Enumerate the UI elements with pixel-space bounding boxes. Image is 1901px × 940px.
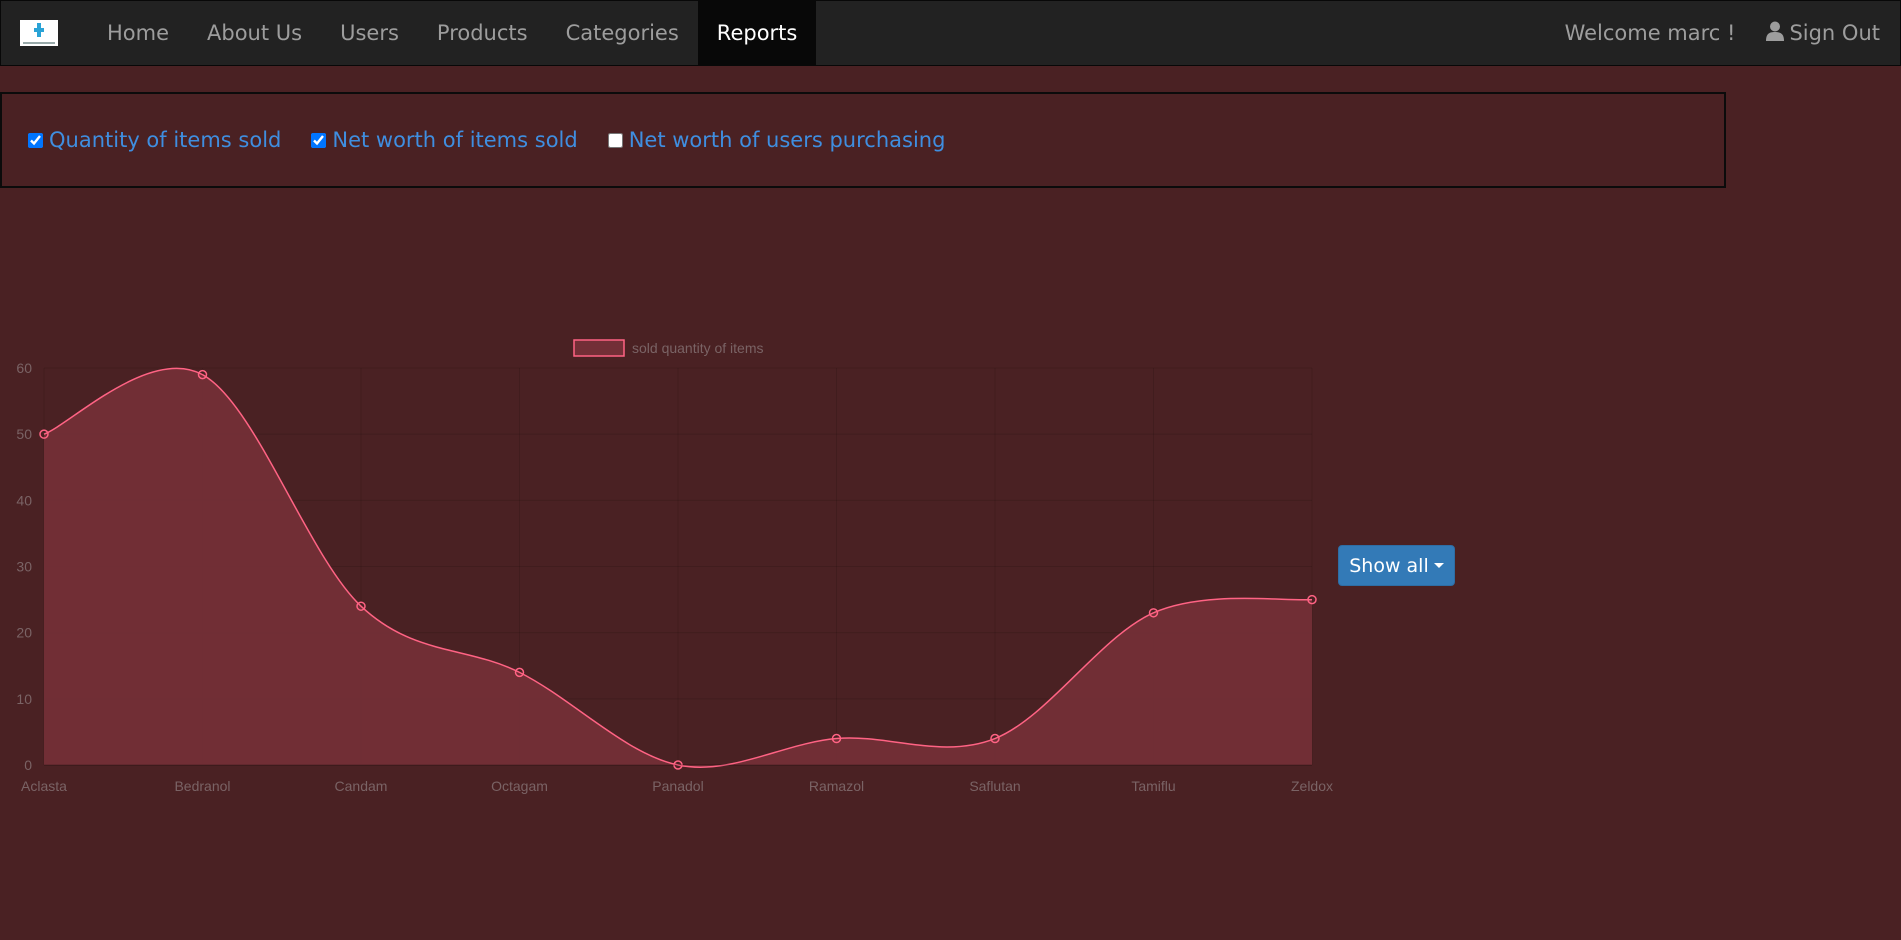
filter-quantity-sold[interactable]: Quantity of items sold bbox=[28, 128, 281, 152]
show-all-label: Show all bbox=[1349, 554, 1429, 577]
y-tick-label: 60 bbox=[16, 360, 32, 376]
logo-text-mark bbox=[23, 42, 55, 44]
legend-label: sold quantity of items bbox=[632, 340, 764, 356]
filter-quantity-sold-label[interactable]: Quantity of items sold bbox=[49, 128, 281, 152]
sign-out-link[interactable]: Sign Out bbox=[1754, 21, 1900, 45]
welcome-text: Welcome marc ! bbox=[1564, 21, 1736, 45]
nav-about-us[interactable]: About Us bbox=[188, 1, 321, 65]
user-icon bbox=[1766, 21, 1785, 41]
nav-users[interactable]: Users bbox=[321, 1, 418, 65]
x-tick-label: Saflutan bbox=[969, 778, 1020, 794]
filter-net-worth-items[interactable]: Net worth of items sold bbox=[311, 128, 578, 152]
nav-categories[interactable]: Categories bbox=[547, 1, 698, 65]
pharmacy-logo[interactable] bbox=[20, 20, 58, 46]
y-tick-label: 50 bbox=[16, 426, 32, 442]
medical-cross-icon bbox=[34, 23, 44, 37]
caret-down-icon bbox=[1433, 563, 1444, 568]
sign-out-label: Sign Out bbox=[1789, 21, 1880, 45]
nav-home[interactable]: Home bbox=[88, 1, 188, 65]
legend-swatch bbox=[573, 339, 625, 357]
filter-net-worth-users-label[interactable]: Net worth of users purchasing bbox=[629, 128, 946, 152]
y-tick-label: 0 bbox=[24, 757, 32, 773]
sales-chart: 0 10 20 30 40 50 60 Aclasta Bedranol Candam Octaga… bbox=[0, 330, 1360, 814]
nav-products[interactable]: Products bbox=[418, 1, 547, 65]
x-tick-label: Tamiflu bbox=[1131, 778, 1175, 794]
report-filter-panel: Quantity of items sold Net worth of item… bbox=[0, 92, 1726, 188]
y-tick-label: 30 bbox=[16, 559, 32, 575]
filter-net-worth-users[interactable]: Net worth of users purchasing bbox=[607, 128, 946, 152]
x-tick-label: Bedranol bbox=[174, 778, 230, 794]
x-tick-label: Ramazol bbox=[809, 778, 864, 794]
nav-reports[interactable]: Reports bbox=[697, 1, 817, 65]
filter-quantity-sold-checkbox[interactable] bbox=[28, 132, 43, 148]
x-tick-label: Octagam bbox=[491, 778, 548, 794]
filter-net-worth-users-checkbox[interactable] bbox=[607, 132, 623, 148]
x-tick-label: Panadol bbox=[652, 778, 703, 794]
x-tick-label: Aclasta bbox=[21, 778, 67, 794]
nav-right-group: Welcome marc ! Sign Out bbox=[1546, 1, 1900, 65]
top-navbar: Home About Us Users Products Categories … bbox=[0, 0, 1901, 66]
y-tick-label: 20 bbox=[16, 625, 32, 641]
show-all-dropdown-button[interactable]: Show all bbox=[1338, 545, 1455, 586]
y-tick-label: 10 bbox=[16, 691, 32, 707]
sales-chart-svg: 0 10 20 30 40 50 60 Aclasta Bedranol Candam Octaga… bbox=[16, 339, 1333, 794]
filter-net-worth-items-checkbox[interactable] bbox=[311, 132, 327, 148]
y-tick-label: 40 bbox=[16, 492, 32, 508]
filter-net-worth-items-label[interactable]: Net worth of items sold bbox=[332, 128, 577, 152]
x-tick-label: Candam bbox=[335, 778, 388, 794]
x-tick-label: Zeldox bbox=[1291, 778, 1333, 794]
